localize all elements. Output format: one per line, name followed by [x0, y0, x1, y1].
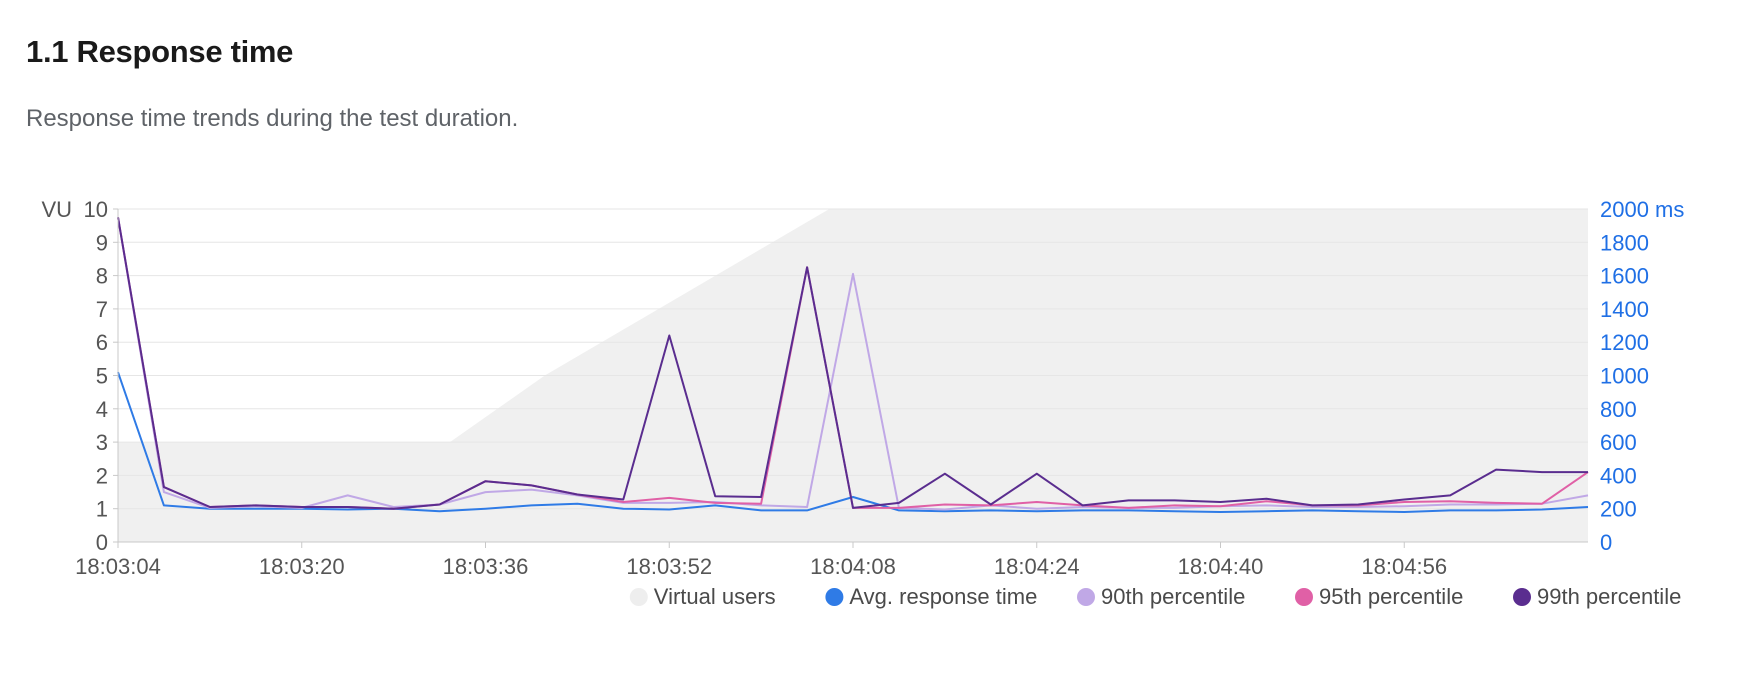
left-axis-unit-label: VU — [41, 197, 72, 222]
legend-swatch — [1513, 588, 1531, 606]
section-description: Response time trends during the test dur… — [26, 105, 519, 132]
right-axis-tick-label: 1400 — [1600, 297, 1649, 322]
right-axis-tick-label: 1600 — [1600, 264, 1649, 289]
legend-swatch — [1077, 588, 1095, 606]
left-axis-tick-label: 8 — [96, 264, 108, 289]
legend-swatch — [1295, 588, 1313, 606]
left-axis-tick-label: 3 — [96, 430, 108, 455]
x-axis-tick-label: 18:03:04 — [75, 554, 161, 579]
x-axis-tick-label: 18:04:56 — [1361, 554, 1447, 579]
x-axis-tick-label: 18:03:52 — [626, 554, 712, 579]
legend-label: 95th percentile — [1319, 584, 1463, 609]
legend-swatch — [629, 588, 648, 606]
legend-swatch — [825, 588, 844, 606]
x-axis-tick-label: 18:03:20 — [259, 554, 345, 579]
right-axis-tick-label: 1200 — [1600, 330, 1649, 355]
left-axis-tick-label: 4 — [96, 397, 108, 422]
legend-label: 99th percentile — [1537, 584, 1681, 609]
x-axis-tick-label: 18:04:40 — [1178, 554, 1264, 579]
left-axis-tick-label: 6 — [96, 330, 108, 355]
left-axis-tick-label: 1 — [96, 497, 108, 522]
x-axis-tick-label: 18:04:08 — [810, 554, 896, 579]
right-axis-tick-label: 200 — [1600, 497, 1637, 522]
left-axis-tick-label: 2 — [96, 463, 108, 488]
legend-item: Avg. response time — [825, 584, 1037, 609]
legend: Virtual users Avg. response time 90th perc… — [629, 584, 1681, 609]
right-axis-tick-label: 1800 — [1600, 230, 1649, 255]
legend-label: Avg. response time — [849, 584, 1037, 609]
right-axis-tick-label: 2000 ms — [1600, 197, 1684, 222]
right-axis-tick-label: 600 — [1600, 430, 1637, 455]
left-axis-tick-label: 7 — [96, 297, 108, 322]
left-axis-tick-label: 9 — [96, 230, 108, 255]
left-axis-tick-label: 10 — [84, 197, 108, 222]
legend-item: 90th percentile — [1077, 584, 1245, 609]
x-axis-tick-label: 18:03:36 — [443, 554, 529, 579]
x-axis-tick-label: 18:04:24 — [994, 554, 1080, 579]
legend-label: 90th percentile — [1101, 584, 1245, 609]
response-time-chart: 0 1 2 3 4 5 6 7 8 9 10 VU 0 200 400 600 800 1000 1200 1400 1… — [41, 197, 1684, 609]
legend-label: Virtual users — [654, 584, 776, 609]
right-axis-tick-label: 0 — [1600, 530, 1612, 555]
left-axis-tick-label: 5 — [96, 364, 108, 389]
left-axis-tick-label: 0 — [96, 530, 108, 555]
section-title: 1.1 Response time — [26, 34, 294, 69]
legend-item: 99th percentile — [1513, 584, 1681, 609]
legend-item: Virtual users — [629, 584, 776, 609]
right-axis-tick-label: 400 — [1600, 463, 1637, 488]
right-axis-tick-label: 1000 — [1600, 364, 1649, 389]
legend-item: 95th percentile — [1295, 584, 1463, 609]
right-axis-tick-label: 800 — [1600, 397, 1637, 422]
